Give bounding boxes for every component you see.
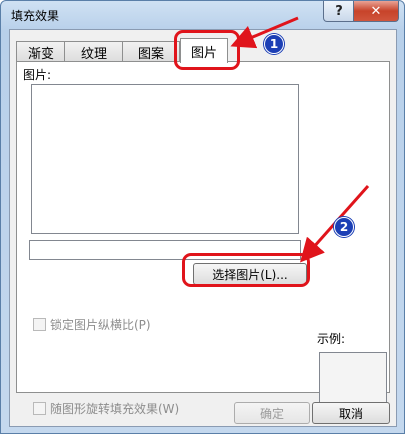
rotate-with-shape-checkbox[interactable] xyxy=(33,402,46,415)
picture-section-label: 图片: xyxy=(23,68,52,82)
close-button[interactable]: ✕ xyxy=(353,1,399,22)
tab-gradient[interactable]: 渐变 xyxy=(16,41,66,62)
cancel-button[interactable]: 取消 xyxy=(312,402,390,424)
dialog-title: 填充效果 xyxy=(11,9,60,23)
lock-aspect-ratio-label: 锁定图片纵横比(P) xyxy=(50,318,151,332)
help-icon: ? xyxy=(335,3,343,19)
ok-button[interactable]: 确定 xyxy=(234,402,310,424)
sample-label: 示例: xyxy=(317,332,346,346)
picture-filename-field xyxy=(29,240,301,260)
select-picture-button[interactable]: 选择图片(L)... xyxy=(193,263,307,285)
title-bar[interactable]: 填充效果 ? ✕ xyxy=(1,1,404,29)
rotate-with-shape-option[interactable]: 随图形旋转填充效果(W) xyxy=(33,400,179,417)
rotate-with-shape-label: 随图形旋转填充效果(W) xyxy=(50,402,180,416)
tab-texture[interactable]: 纹理 xyxy=(64,41,124,62)
lock-aspect-ratio-option[interactable]: 锁定图片纵横比(P) xyxy=(33,316,151,333)
picture-preview xyxy=(31,84,299,234)
lock-aspect-ratio-checkbox[interactable] xyxy=(33,318,46,331)
step-badge-1: 1 xyxy=(264,34,284,54)
close-icon: ✕ xyxy=(370,3,382,19)
step-badge-2: 2 xyxy=(334,217,354,237)
tab-pattern[interactable]: 图案 xyxy=(122,41,180,62)
tab-picture[interactable]: 图片 xyxy=(180,38,228,63)
help-button[interactable]: ? xyxy=(323,1,355,22)
